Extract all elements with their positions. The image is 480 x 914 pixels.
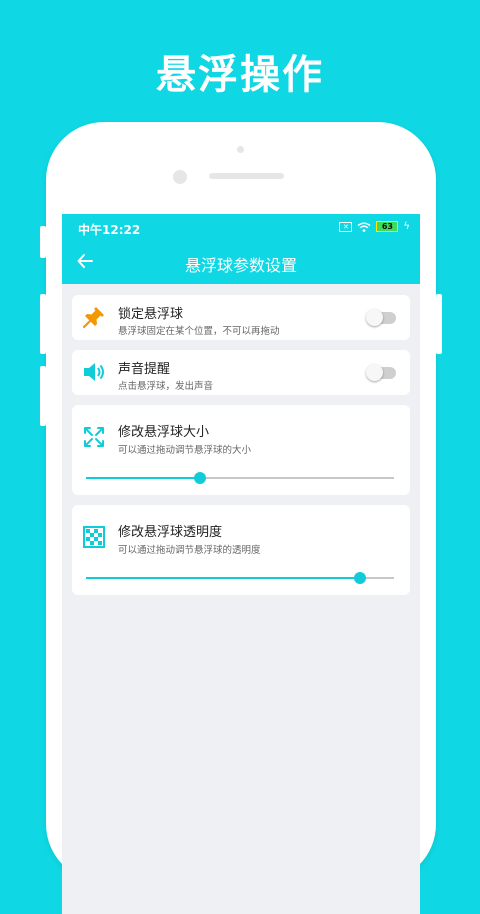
slider-thumb[interactable] [193,472,206,484]
status-time: 中午12:22 [78,223,141,237]
front-camera [173,170,187,184]
setting-card-size: 修改悬浮球大小 可以通过拖动调节悬浮球的大小 [72,405,410,495]
setting-description: 悬浮球固定在某个位置，不可以再拖动 [118,326,280,337]
charging-icon: ϟ [403,221,410,232]
promo-headline: 悬浮操作 [156,52,324,98]
phone-screen: 中午12:22 ✕ 63 ϟ 悬浮球参数设置 锁定悬浮球 悬浮球固定在某个位置，… [62,214,420,914]
battery-icon: 63 [376,221,399,232]
setting-title: 修改悬浮球大小 [118,425,210,440]
setting-card-sound: 声音提醒 点击悬浮球，发出声音 [72,350,410,395]
slider-fill [86,577,361,579]
status-icons: ✕ 63 ϟ [339,221,410,232]
setting-card-opacity: 修改悬浮球透明度 可以通过拖动调节悬浮球的透明度 [72,505,410,595]
expand-arrows-icon [84,427,104,447]
earpiece-speaker [209,173,284,179]
speaker-icon [84,363,104,381]
phone-frame: 中午12:22 ✕ 63 ϟ 悬浮球参数设置 锁定悬浮球 悬浮球固定在某个位置，… [40,122,442,914]
setting-description: 可以通过拖动调节悬浮球的大小 [118,445,252,456]
setting-description: 可以通过拖动调节悬浮球的透明度 [118,545,261,556]
lock-toggle[interactable] [366,309,396,326]
app-bar: 中午12:22 ✕ 63 ϟ 悬浮球参数设置 [62,214,420,284]
sound-toggle[interactable] [366,364,396,381]
sim-icon: ✕ [339,221,353,232]
toggle-knob [366,364,383,381]
slider-fill [86,477,200,479]
phone-volume-down [40,366,46,426]
proximity-sensor [237,146,244,153]
slider-thumb[interactable] [354,572,367,584]
wifi-icon [357,222,371,232]
setting-description: 点击悬浮球，发出声音 [118,381,214,392]
pin-icon [82,307,104,329]
setting-title: 声音提醒 [118,362,171,377]
phone-volume-up [40,294,46,354]
setting-title: 修改悬浮球透明度 [118,525,223,540]
size-slider[interactable] [86,472,394,484]
phone-power-button [436,294,442,354]
setting-card-lock: 锁定悬浮球 悬浮球固定在某个位置，不可以再拖动 [72,295,410,340]
checker-icon [83,526,105,548]
phone-side-button [40,226,46,258]
toggle-knob [366,309,383,326]
opacity-slider[interactable] [86,572,394,584]
page-title: 悬浮球参数设置 [184,256,297,275]
setting-title: 锁定悬浮球 [118,307,184,322]
